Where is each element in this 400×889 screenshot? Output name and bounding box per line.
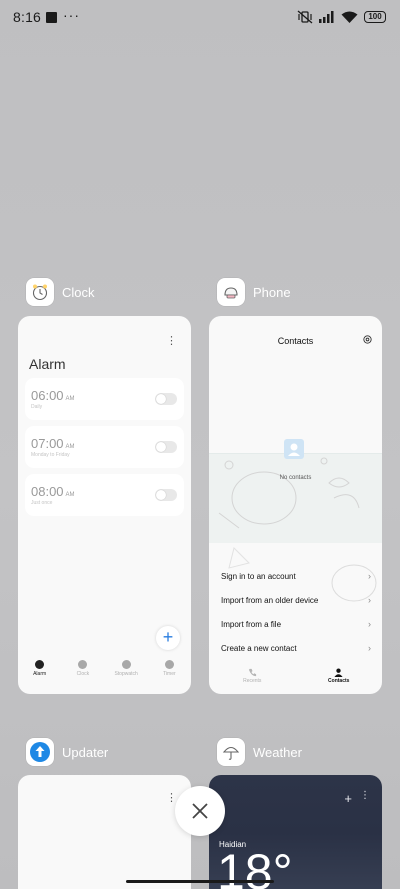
tab-alarm[interactable]: Alarm — [20, 660, 60, 690]
phone-app-card[interactable]: Contacts No contacts Sign in to an accou… — [209, 316, 382, 694]
app-name-updater: Updater — [62, 744, 109, 760]
alarm-title: Alarm — [29, 356, 66, 372]
phone-bottom-nav: Recents Contacts — [209, 668, 382, 690]
alarm-ampm: AM — [65, 492, 75, 498]
tab-contacts[interactable]: Contacts — [314, 668, 364, 690]
alarm-repeat: Just once — [31, 500, 53, 506]
tab-timer[interactable]: Timer — [149, 660, 189, 690]
app-label-weather[interactable]: Weather — [217, 738, 302, 766]
alarm-icon — [35, 660, 45, 669]
clock-app-card[interactable]: ⋮ Alarm 06:00 AM Daily 07:00 AM Monday to … — [18, 316, 191, 694]
alarm-toggle[interactable] — [155, 441, 177, 453]
alarm-repeat: Daily — [31, 404, 43, 410]
status-icons: 100 — [297, 10, 386, 24]
tab-label: Clock — [76, 671, 90, 677]
alarm-ampm: AM — [65, 444, 75, 450]
home-indicator[interactable] — [126, 880, 274, 883]
app-label-updater[interactable]: Updater — [26, 738, 108, 766]
more-notifications-icon: ··· — [63, 7, 80, 23]
alarm-repeat: Monday to Friday — [31, 452, 70, 458]
person-icon — [334, 668, 343, 677]
tab-clock[interactable]: Clock — [63, 660, 103, 690]
settings-icon[interactable] — [362, 334, 373, 345]
alarm-item[interactable]: 08:00 AM Just once — [25, 474, 184, 516]
alarm-ampm: AM — [65, 396, 75, 402]
sign-in-account-button[interactable]: Sign in to an account › — [221, 568, 371, 584]
chevron-right-icon: › — [368, 595, 371, 605]
vibrate-off-icon — [297, 10, 313, 24]
tab-label: Contacts — [328, 678, 350, 684]
alarm-time: 08:00 — [31, 484, 64, 499]
no-contacts-text: No contacts — [279, 475, 312, 481]
more-options-icon[interactable]: ⋮ — [360, 790, 370, 801]
alarm-item[interactable]: 06:00 AM Daily — [25, 378, 184, 420]
tab-label: Alarm — [33, 671, 47, 677]
clock-bottom-nav: Alarm Clock Stopwatch Timer — [18, 660, 191, 690]
action-label: Create a new contact — [221, 643, 297, 653]
app-name-weather: Weather — [253, 744, 302, 760]
contacts-title: Contacts — [277, 336, 314, 346]
app-name-clock: Clock — [62, 284, 95, 300]
alarm-time: 07:00 — [31, 436, 64, 451]
app-name-phone: Phone — [253, 284, 291, 300]
tab-label: Timer — [163, 671, 176, 677]
action-label: Import from a file — [221, 619, 282, 629]
tab-recents[interactable]: Recents — [227, 668, 277, 690]
status-time: 8:16 — [13, 9, 42, 25]
clear-all-button[interactable] — [175, 786, 225, 836]
contact-avatar-icon — [284, 439, 304, 459]
app-label-clock[interactable]: Clock — [26, 278, 95, 306]
app-label-phone[interactable]: Phone — [217, 278, 291, 306]
weather-app-card[interactable]: + ⋮ Haidian 18° — [209, 775, 382, 889]
chevron-right-icon: › — [368, 643, 371, 653]
updater-app-card[interactable]: ⋮ — [18, 775, 191, 889]
import-older-device-button[interactable]: Import from an older device › — [221, 592, 371, 608]
action-label: Import from an older device — [221, 595, 319, 605]
chevron-right-icon: › — [368, 619, 371, 629]
more-options-icon[interactable]: ⋮ — [166, 334, 177, 347]
chevron-right-icon: › — [368, 571, 371, 581]
alarm-toggle[interactable] — [155, 489, 177, 501]
phone-icon — [248, 668, 256, 677]
add-alarm-button[interactable]: + — [156, 626, 180, 650]
alarm-item[interactable]: 07:00 AM Monday to Friday — [25, 426, 184, 468]
battery-icon: 100 — [364, 11, 386, 23]
alarm-time: 06:00 — [31, 388, 64, 403]
alarm-toggle[interactable] — [155, 393, 177, 405]
stopwatch-icon — [121, 660, 131, 669]
tab-label: Stopwatch — [114, 671, 138, 677]
clock-app-icon — [26, 278, 54, 306]
status-bar: 8:16 ··· 100 — [0, 0, 400, 36]
wifi-icon — [341, 11, 358, 23]
phone-app-icon — [217, 278, 245, 306]
hourglass-icon — [164, 660, 174, 669]
import-file-button[interactable]: Import from a file › — [221, 616, 371, 632]
updater-app-icon — [26, 738, 54, 766]
add-city-icon[interactable]: + — [344, 791, 352, 806]
close-icon — [192, 803, 208, 819]
tab-label: Recents — [243, 678, 262, 684]
signal-icon — [319, 11, 334, 23]
weather-app-icon — [217, 738, 245, 766]
notification-icon — [46, 12, 57, 23]
clock-icon — [78, 660, 88, 669]
create-contact-button[interactable]: Create a new contact › — [221, 640, 371, 656]
action-label: Sign in to an account — [221, 571, 296, 581]
tab-stopwatch[interactable]: Stopwatch — [106, 660, 146, 690]
